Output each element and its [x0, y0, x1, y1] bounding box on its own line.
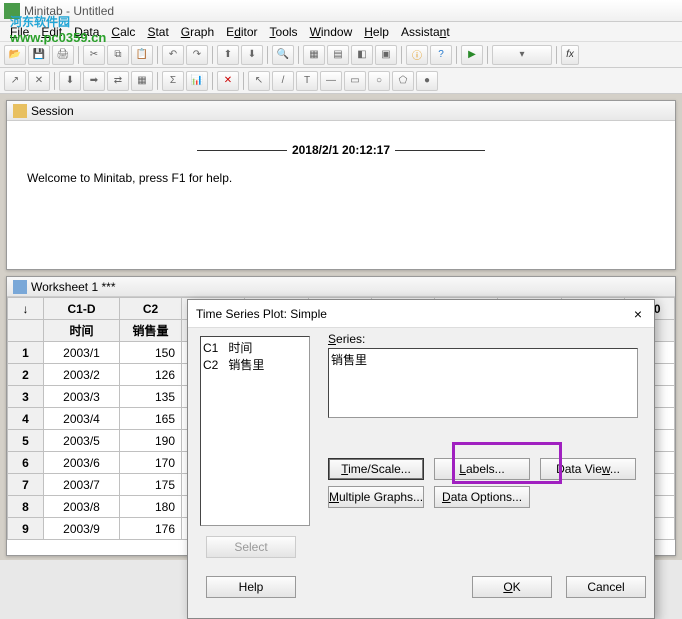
brush-icon[interactable]: /: [272, 71, 294, 91]
undo-icon[interactable]: ↶: [162, 45, 184, 65]
fx-icon[interactable]: fx: [561, 45, 579, 65]
toolbar-2: ↗ ✕ ⬇ ➡ ⇄ ▦ Σ 📊 ✕ ↖ / T — ▭ ○ ⬠ ●: [0, 68, 682, 94]
menubar: File Edit Data Calc Stat Graph Editor To…: [0, 22, 682, 42]
session-welcome: Welcome to Minitab, press F1 for help.: [27, 171, 655, 185]
multiple-graphs-button[interactable]: Multiple Graphs...: [328, 486, 424, 508]
dialog-titlebar[interactable]: Time Series Plot: Simple ×: [188, 300, 654, 328]
session-title: Session: [31, 104, 74, 118]
main-area: Session 2018/2/1 20:12:17 Welcome to Min…: [0, 94, 682, 560]
dialog-title: Time Series Plot: Simple: [196, 307, 327, 321]
stack-icon[interactable]: ▦: [131, 71, 153, 91]
cancel-button[interactable]: Cancel: [566, 576, 646, 598]
previous-icon[interactable]: ⬆: [217, 45, 239, 65]
session-body: 2018/2/1 20:12:17 Welcome to Minitab, pr…: [7, 121, 675, 193]
col-c2[interactable]: C2: [120, 298, 182, 320]
circle-icon[interactable]: ○: [368, 71, 390, 91]
insert-row-icon[interactable]: ➡: [83, 71, 105, 91]
menu-edit[interactable]: Edit: [35, 25, 68, 39]
open-icon[interactable]: 📂: [4, 45, 26, 65]
time-scale-button[interactable]: Time/Scale...: [328, 458, 424, 480]
data-options-button[interactable]: Data Options...: [434, 486, 530, 508]
close-icon[interactable]: ×: [630, 306, 646, 322]
window-title: Minitab - Untitled: [24, 4, 114, 18]
rect-icon[interactable]: ▭: [344, 71, 366, 91]
data-view-button[interactable]: Data View...: [540, 458, 636, 480]
menu-graph[interactable]: Graph: [175, 25, 220, 39]
col-c1[interactable]: C1-D: [44, 298, 120, 320]
text-icon[interactable]: T: [296, 71, 318, 91]
edit-last-icon[interactable]: ▶: [461, 45, 483, 65]
worksheet-header[interactable]: Worksheet 1 ***: [7, 277, 675, 297]
pointer-icon[interactable]: ↖: [248, 71, 270, 91]
titlebar: Minitab - Untitled: [0, 0, 682, 22]
session-icon[interactable]: ▦: [303, 45, 325, 65]
cut-icon[interactable]: ✂: [83, 45, 105, 65]
find-icon[interactable]: 🔍: [272, 45, 294, 65]
select-button: Select: [206, 536, 296, 558]
help-button[interactable]: Help: [206, 576, 296, 598]
assign-icon[interactable]: ↗: [4, 71, 26, 91]
toolbar-1: 📂 💾 🖨 ✂ ⧉ 📋 ↶ ↷ ⬆ ⬇ 🔍 ▦ ▤ ◧ ▣ ⓘ ? ▶ ▾ fx: [0, 42, 682, 68]
next-icon[interactable]: ⬇: [241, 45, 263, 65]
print-icon[interactable]: 🖨: [52, 45, 74, 65]
clear-icon[interactable]: ✕: [28, 71, 50, 91]
menu-file[interactable]: File: [4, 25, 35, 39]
session-window: Session 2018/2/1 20:12:17 Welcome to Min…: [6, 100, 676, 270]
time-series-dialog: Time Series Plot: Simple × C1 时间 C2 销售里 …: [187, 299, 655, 619]
app-icon: [4, 3, 20, 19]
menu-tools[interactable]: Tools: [264, 25, 304, 39]
menu-window[interactable]: Window: [304, 25, 359, 39]
ok-button[interactable]: OK: [472, 576, 552, 598]
menu-editor[interactable]: Editor: [220, 25, 263, 39]
calc-icon[interactable]: Σ: [162, 71, 184, 91]
session-window-icon: [13, 104, 27, 118]
move-col-icon[interactable]: ⇄: [107, 71, 129, 91]
session-timestamp: 2018/2/1 20:12:17: [27, 141, 655, 157]
stats-icon[interactable]: 📊: [186, 71, 208, 91]
menu-assistant[interactable]: Assistant: [395, 25, 456, 39]
paste-icon[interactable]: 📋: [131, 45, 153, 65]
insert-col-icon[interactable]: ⬇: [59, 71, 81, 91]
session-header[interactable]: Session: [7, 101, 675, 121]
info-icon[interactable]: ⓘ: [406, 45, 428, 65]
toolbar-combo[interactable]: ▾: [492, 45, 552, 65]
hdr-sales[interactable]: 销售量: [120, 320, 182, 342]
col-arrow[interactable]: ↓: [8, 298, 44, 320]
line-icon[interactable]: —: [320, 71, 342, 91]
menu-stat[interactable]: Stat: [141, 25, 174, 39]
list-item[interactable]: C1 时间: [203, 339, 307, 356]
help-icon[interactable]: ?: [430, 45, 452, 65]
copy-icon[interactable]: ⧉: [107, 45, 129, 65]
menu-data[interactable]: Data: [68, 25, 105, 39]
delete-icon[interactable]: ✕: [217, 71, 239, 91]
series-label: Series:: [328, 332, 365, 346]
marker-icon[interactable]: ●: [416, 71, 438, 91]
graph-icon[interactable]: ◧: [351, 45, 373, 65]
variable-list[interactable]: C1 时间 C2 销售里: [200, 336, 310, 526]
menu-help[interactable]: Help: [358, 25, 395, 39]
save-icon[interactable]: 💾: [28, 45, 50, 65]
series-value: 销售里: [331, 351, 635, 368]
hdr-time[interactable]: 时间: [44, 320, 120, 342]
list-item[interactable]: C2 销售里: [203, 356, 307, 373]
redo-icon[interactable]: ↷: [186, 45, 208, 65]
worksheet-icon[interactable]: ▤: [327, 45, 349, 65]
project-icon[interactable]: ▣: [375, 45, 397, 65]
labels-button[interactable]: Labels...: [434, 458, 530, 480]
menu-calc[interactable]: Calc: [105, 25, 141, 39]
poly-icon[interactable]: ⬠: [392, 71, 414, 91]
series-input[interactable]: 销售里: [328, 348, 638, 418]
worksheet-window-icon: [13, 280, 27, 294]
worksheet-title: Worksheet 1 ***: [31, 280, 116, 294]
